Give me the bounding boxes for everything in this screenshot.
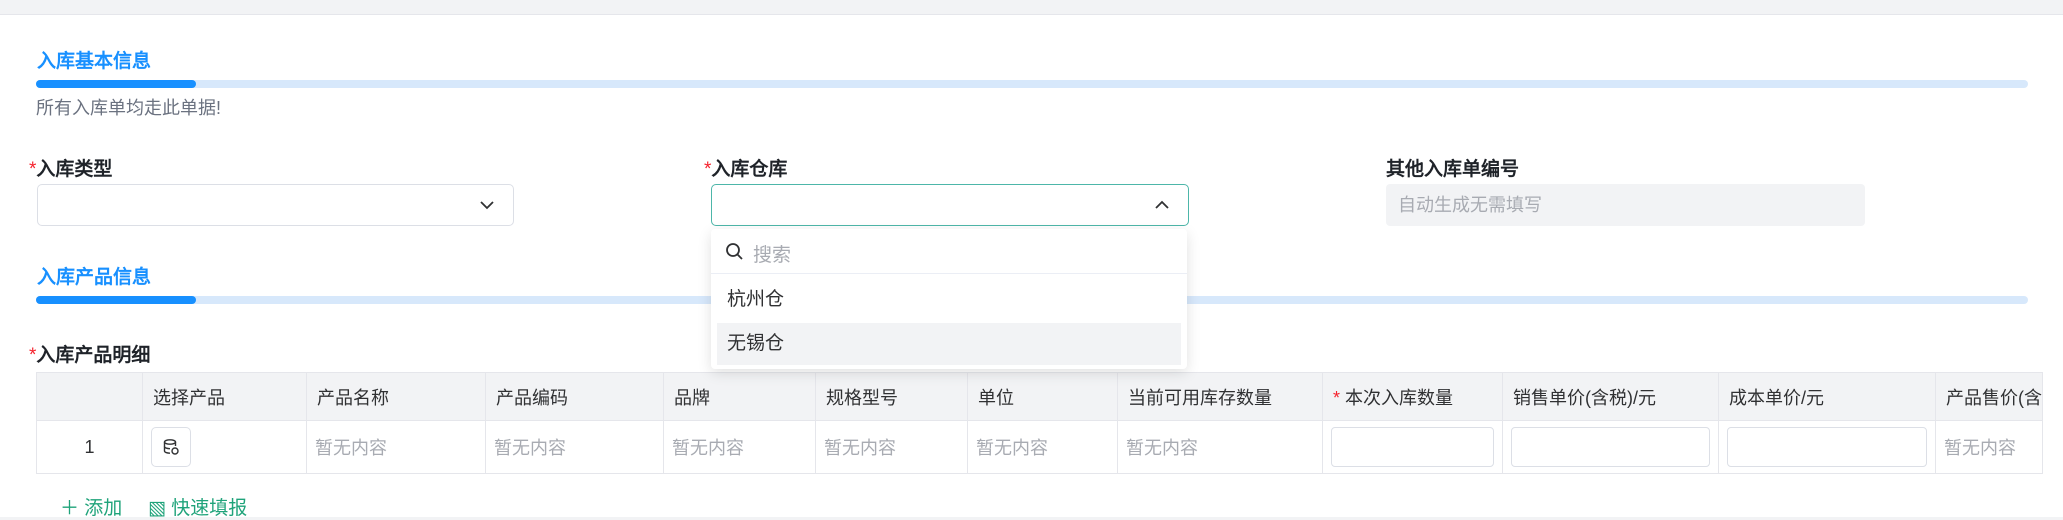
warehouse-select[interactable] — [711, 184, 1189, 226]
section-divider-basic — [36, 80, 2028, 88]
cell-product-price: 暂无内容 — [1935, 420, 2043, 474]
cell-product-code: 暂无内容 — [485, 420, 664, 474]
cell-sale-price — [1502, 420, 1719, 474]
search-icon — [726, 243, 743, 260]
col-header: 品牌 — [663, 372, 816, 421]
cell-quantity — [1322, 420, 1503, 474]
cell-stock: 暂无内容 — [1117, 420, 1323, 474]
chevron-down-icon — [480, 201, 494, 210]
col-index — [36, 372, 143, 421]
database-icon — [163, 439, 179, 455]
col-header: 产品名称 — [306, 372, 486, 421]
number-label: 其他入库单编号 — [1386, 159, 1520, 180]
dropdown-search-placeholder: 搜索 — [753, 245, 792, 266]
product-table: 选择产品 产品名称 产品编码 品牌 规格型号 单位 当前可用库存数量 * 本次入… — [36, 372, 2043, 474]
col-header: 成本单价/元 — [1718, 372, 1936, 421]
chevron-up-icon — [1155, 200, 1169, 209]
table-row: 1 暂无内容 暂无内容 暂无内容 暂无内容 暂无内容 暂无内容 暂无内容 — [36, 420, 2043, 474]
dropdown-option[interactable]: 无锡仓 — [717, 323, 1181, 365]
col-header: 产品编码 — [485, 372, 664, 421]
cell-spec: 暂无内容 — [815, 420, 968, 474]
col-header: 单位 — [967, 372, 1118, 421]
cell-product-name: 暂无内容 — [306, 420, 486, 474]
number-field: 自动生成无需填写 — [1386, 184, 1865, 226]
section-title-basic: 入库基本信息 — [37, 51, 152, 72]
cell-select-product — [142, 420, 307, 474]
warehouse-dropdown: 搜索 杭州仓 无锡仓 — [711, 229, 1187, 369]
detail-label: *入库产品明细 — [29, 345, 151, 366]
quantity-input[interactable] — [1331, 427, 1494, 467]
section-hint: 所有入库单均走此单据! — [36, 98, 221, 118]
section-title-products: 入库产品信息 — [37, 267, 152, 288]
cost-price-input[interactable] — [1727, 427, 1927, 467]
cell-cost-price — [1718, 420, 1936, 474]
select-product-button[interactable] — [151, 427, 191, 467]
cell-brand: 暂无内容 — [663, 420, 816, 474]
col-header: 销售单价(含税)/元 — [1502, 372, 1719, 421]
warehouse-label: *入库仓库 — [704, 159, 788, 180]
table-header: 选择产品 产品名称 产品编码 品牌 规格型号 单位 当前可用库存数量 * 本次入… — [36, 372, 2043, 421]
type-select[interactable] — [37, 184, 514, 226]
col-header: 产品售价(含 — [1935, 372, 2043, 421]
col-header: 规格型号 — [815, 372, 968, 421]
col-header: 选择产品 — [142, 372, 307, 421]
col-header-required: * 本次入库数量 — [1322, 372, 1503, 421]
cell-unit: 暂无内容 — [967, 420, 1118, 474]
type-label: *入库类型 — [29, 159, 113, 180]
row-index: 1 — [36, 420, 143, 474]
dropdown-option[interactable]: 杭州仓 — [717, 279, 1181, 321]
dropdown-search[interactable]: 搜索 — [711, 229, 1187, 274]
col-header: 当前可用库存数量 — [1117, 372, 1323, 421]
sale-price-input[interactable] — [1511, 427, 1710, 467]
